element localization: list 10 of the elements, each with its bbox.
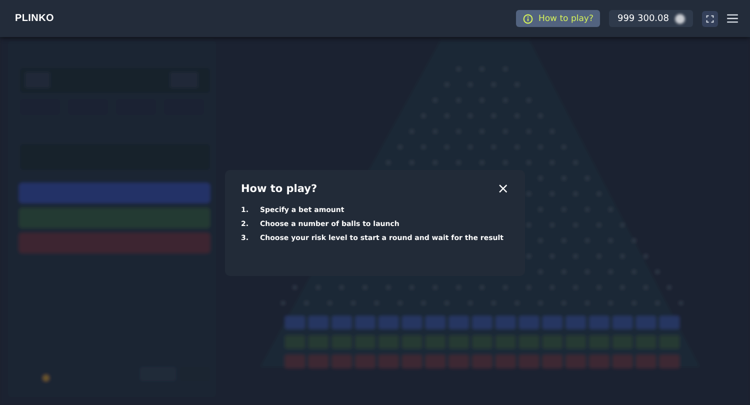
how-to-play-button[interactable]: How to play? xyxy=(516,10,600,27)
info-icon xyxy=(523,14,534,24)
coin-icon xyxy=(675,14,685,24)
balance-amount: 999 300.08 xyxy=(617,14,669,24)
fullscreen-icon xyxy=(706,14,714,22)
fullscreen-button[interactable] xyxy=(702,10,718,26)
menu-icon[interactable] xyxy=(727,14,738,23)
dialog-title: How to play? xyxy=(241,183,318,195)
close-button[interactable]: × xyxy=(497,183,509,195)
logo: PLINKO xyxy=(15,13,54,24)
